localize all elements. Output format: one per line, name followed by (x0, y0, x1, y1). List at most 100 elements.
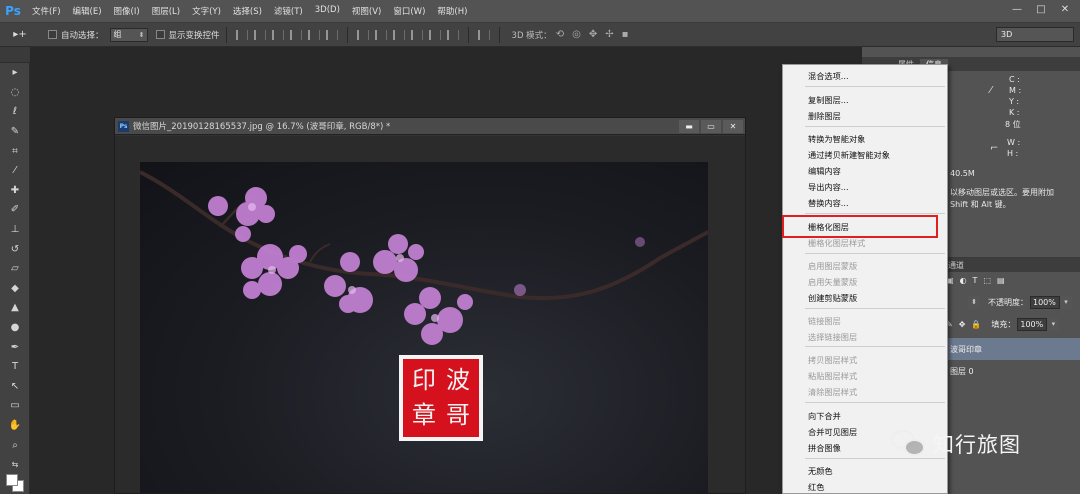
menu-item[interactable]: 视图(V) (346, 5, 387, 17)
workspace-dropdown[interactable]: 3D (996, 27, 1074, 42)
document-titlebar[interactable]: Ps 微信图片_20190128165537.jpg @ 16.7% (波哥印章… (115, 118, 745, 135)
filter-adjust-icon[interactable]: ◐ (960, 276, 967, 285)
context-menu-item[interactable]: 无颜色 (783, 463, 947, 479)
menu-item[interactable]: 3D(D) (309, 5, 346, 17)
distribute-vcenter-icon[interactable] (374, 29, 387, 40)
blossom-photo: 印 波 章 哥 (140, 162, 708, 493)
info-k: K : (1009, 108, 1020, 117)
move-tool-icon[interactable]: ▸ (0, 63, 30, 83)
context-menu-item[interactable]: 向下合并 (783, 408, 947, 424)
type-tool-icon[interactable]: T (0, 357, 30, 377)
menu-item[interactable]: 文件(F) (26, 5, 67, 17)
menu-item[interactable]: 帮助(H) (431, 5, 473, 17)
menu-separator (805, 346, 945, 347)
layer-row[interactable]: 图层 0 (944, 360, 1080, 382)
healing-brush-icon[interactable]: ✚ (0, 181, 30, 201)
context-menu-item[interactable]: 混合选项... (783, 68, 947, 84)
context-menu-item[interactable]: 转换为智能对象 (783, 131, 947, 147)
move-tool-preset-icon[interactable]: ▸+ (0, 29, 40, 40)
canvas-area[interactable]: 印 波 章 哥 (115, 136, 745, 493)
context-menu-item[interactable]: 栅格化图层 (783, 219, 947, 235)
context-menu-item[interactable]: 通过拷贝新建智能对象 (783, 147, 947, 163)
3d-roll-icon[interactable]: ◎ (572, 29, 581, 40)
context-menu-item[interactable]: 导出内容... (783, 179, 947, 195)
doc-restore-button[interactable]: ▭ (701, 120, 721, 133)
menu-item[interactable]: 图像(I) (108, 5, 146, 17)
doc-minimize-button[interactable]: ▬ (679, 120, 699, 133)
filter-smart-icon[interactable]: ▤ (997, 276, 1005, 285)
dodge-tool-icon[interactable]: ● (0, 318, 30, 338)
foreground-color-swatch[interactable] (6, 474, 18, 486)
filter-shape-icon[interactable]: ⬚ (983, 276, 991, 285)
filter-type-icon[interactable]: T (973, 276, 978, 285)
distribute-bottom-icon[interactable] (392, 29, 405, 40)
crop-tool-icon[interactable]: ⌗ (0, 141, 30, 161)
context-menu-item[interactable]: 替换内容... (783, 195, 947, 211)
quick-select-tool-icon[interactable]: ✎ (0, 122, 30, 142)
brush-tool-icon[interactable]: ✐ (0, 200, 30, 220)
info-bit-depth: 8 位 (1005, 120, 1021, 129)
color-swatches[interactable] (6, 474, 24, 492)
context-menu-item[interactable]: 创建剪贴蒙版 (783, 290, 947, 306)
swap-colors-icon[interactable]: ⇆ (0, 455, 30, 475)
paint-bucket-icon[interactable]: ◆ (0, 279, 30, 299)
blur-tool-icon[interactable]: ▲ (0, 298, 30, 318)
hand-tool-icon[interactable]: ✋ (0, 416, 30, 436)
photoshop-logo: Ps (5, 4, 21, 18)
align-bottom-icon[interactable] (271, 29, 284, 40)
opacity-label: 不透明度： (988, 298, 1028, 307)
distribute-top-icon[interactable] (356, 29, 369, 40)
maximize-button[interactable]: □ (1030, 2, 1052, 18)
align-hcenter-icon[interactable] (307, 29, 320, 40)
context-menu-item[interactable]: 编辑内容 (783, 163, 947, 179)
path-select-icon[interactable]: ↖ (0, 377, 30, 397)
align-left-icon[interactable] (289, 29, 302, 40)
3d-scale-icon[interactable]: ▪ (622, 29, 629, 40)
eraser-tool-icon[interactable]: ▱ (0, 259, 30, 279)
tab-channels[interactable]: 通道 (948, 260, 964, 271)
fill-input[interactable]: 100% (1017, 318, 1048, 331)
lock-position-icon[interactable]: ✥ (959, 320, 966, 329)
show-transform-checkbox[interactable] (155, 30, 165, 39)
3d-pan-icon[interactable]: ✥ (589, 29, 597, 40)
context-menu-item[interactable]: 红色 (783, 479, 947, 494)
close-button[interactable]: ✕ (1054, 2, 1076, 18)
menu-item[interactable]: 窗口(W) (387, 5, 431, 17)
lock-all-icon[interactable]: 🔒 (971, 320, 981, 329)
blend-mode-dropdown-arrow[interactable]: ⬍ (968, 296, 980, 309)
context-menu-item[interactable]: 删除图层 (783, 108, 947, 124)
seal-stamp: 印 波 章 哥 (403, 359, 479, 437)
eyedropper-tool-icon[interactable]: ⁄ (0, 161, 30, 181)
menu-item[interactable]: 图层(L) (146, 5, 186, 17)
auto-align-icon[interactable] (477, 29, 490, 40)
opacity-input[interactable]: 100% (1030, 296, 1060, 309)
context-menu-item[interactable]: 复制图层... (783, 92, 947, 108)
blossom-branch-illustration (140, 170, 708, 345)
align-top-icon[interactable] (235, 29, 248, 40)
lasso-tool-icon[interactable]: ℓ (0, 102, 30, 122)
minimize-button[interactable]: — (1006, 2, 1028, 18)
align-right-icon[interactable] (325, 29, 338, 40)
menu-item[interactable]: 文字(Y) (186, 5, 227, 17)
history-brush-icon[interactable]: ↺ (0, 239, 30, 259)
align-vcenter-icon[interactable] (253, 29, 266, 40)
distribute-right-icon[interactable] (446, 29, 459, 40)
marquee-tool-icon[interactable]: ◌ (0, 83, 30, 103)
3d-rotate-icon[interactable]: ⟲ (556, 29, 564, 40)
menu-item[interactable]: 编辑(E) (67, 5, 108, 17)
3d-slide-icon[interactable]: ✢ (605, 29, 613, 40)
layer-row[interactable]: 波哥印章 (944, 338, 1080, 360)
pen-tool-icon[interactable]: ✒ (0, 337, 30, 357)
opacity-arrow[interactable]: ▾ (1060, 296, 1072, 309)
clone-stamp-icon[interactable]: ⊥ (0, 220, 30, 240)
fill-arrow[interactable]: ▾ (1047, 318, 1060, 331)
menu-item[interactable]: 滤镜(T) (268, 5, 309, 17)
auto-select-checkbox[interactable] (48, 30, 57, 39)
doc-close-button[interactable]: ✕ (723, 120, 743, 133)
shape-tool-icon[interactable]: ▭ (0, 396, 30, 416)
distribute-left-icon[interactable] (410, 29, 423, 40)
zoom-tool-icon[interactable]: ⌕ (0, 435, 30, 455)
menu-item[interactable]: 选择(S) (227, 5, 268, 17)
distribute-hcenter-icon[interactable] (428, 29, 441, 40)
auto-select-dropdown[interactable]: 组 (109, 27, 148, 42)
